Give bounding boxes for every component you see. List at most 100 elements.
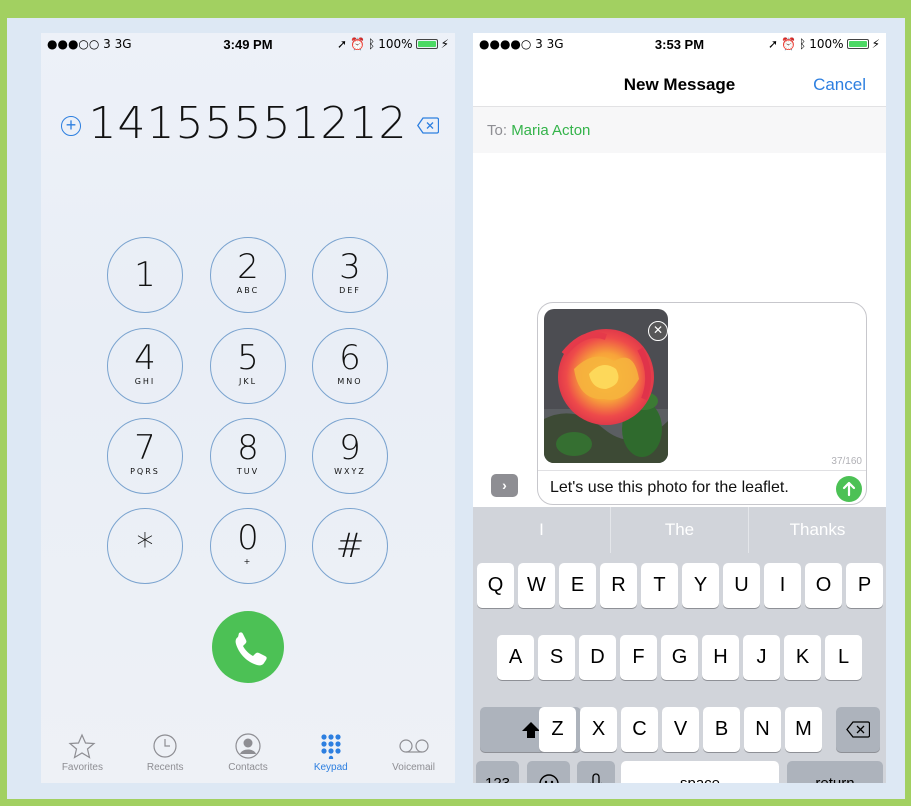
key-f[interactable]: F (620, 635, 657, 680)
tab-label: Recents (146, 762, 184, 773)
send-button[interactable] (836, 476, 862, 502)
tab-label: Voicemail (392, 762, 435, 773)
numbers-key[interactable]: 123 (476, 761, 519, 783)
space-key[interactable]: space (621, 761, 779, 783)
message-text-input[interactable]: Let's use this photo for the leaflet. (550, 479, 789, 497)
key-t[interactable]: T (641, 563, 678, 608)
key-i[interactable]: I (764, 563, 801, 608)
key-j[interactable]: J (743, 635, 780, 680)
key-b[interactable]: B (703, 707, 740, 752)
star-icon (68, 733, 96, 759)
charging-icon: ⚡ (871, 37, 880, 51)
remove-photo-button[interactable]: ✕ (648, 321, 668, 341)
keypad-key-7[interactable]: 7 PQRS (107, 418, 183, 494)
status-right: ➚ ⏰ ᛒ 100% ⚡ (337, 37, 449, 51)
backspace-icon[interactable] (417, 117, 439, 134)
key-y[interactable]: Y (682, 563, 719, 608)
key-digit: 6 (339, 338, 361, 378)
battery-percent: 100% (809, 37, 844, 51)
attached-photo: ✕ (544, 309, 668, 463)
key-l[interactable]: L (825, 635, 862, 680)
key-letters: MNO (337, 377, 363, 386)
key-o[interactable]: O (805, 563, 842, 608)
key-letters: + (243, 557, 253, 566)
keypad-key-6[interactable]: 6 MNO (312, 328, 388, 404)
keypad-key-8[interactable]: 8 TUV (210, 418, 286, 494)
key-s[interactable]: S (538, 635, 575, 680)
keypad-key-4[interactable]: 4 GHI (107, 328, 183, 404)
key-m[interactable]: M (785, 707, 822, 752)
key-digit: 8 (237, 428, 259, 468)
battery-percent: 100% (378, 37, 413, 51)
keypad-key-3[interactable]: 3 DEF (312, 237, 388, 313)
tab-keypad[interactable]: Keypad (289, 727, 372, 783)
clock-icon (153, 734, 177, 758)
key-z[interactable]: Z (539, 707, 576, 752)
keypad-key-star[interactable]: * (107, 508, 183, 584)
call-button[interactable] (212, 611, 284, 683)
alarm-icon: ⏰ (781, 37, 797, 51)
status-bar: ●●●○○ 3 3G 3:49 PM ➚ ⏰ ᛒ 100% ⚡ (41, 33, 455, 53)
key-q[interactable]: Q (477, 563, 514, 608)
key-digit: 7 (134, 428, 156, 468)
key-letters: ABC (236, 286, 260, 295)
alarm-icon: ⏰ (350, 37, 366, 51)
tab-contacts[interactable]: Contacts (207, 727, 290, 783)
keypad-key-2[interactable]: 2 ABC (210, 237, 286, 313)
bluetooth-icon: ᛒ (799, 37, 807, 51)
keyboard: 123 space return QWERTYUIOP ASDFGHJKL ZXCV… (473, 553, 886, 783)
cancel-button[interactable]: Cancel (813, 75, 866, 95)
keypad-key-9[interactable]: 9 WXYZ (312, 418, 388, 494)
keypad-key-hash[interactable]: # (312, 508, 388, 584)
key-w[interactable]: W (518, 563, 555, 608)
key-letters: GHI (134, 377, 156, 386)
key-digit: 5 (237, 338, 259, 378)
keypad-key-0[interactable]: 0 + (210, 508, 286, 584)
key-digit: # (335, 526, 365, 566)
charging-icon: ⚡ (440, 37, 449, 51)
key-letters: DEF (339, 286, 361, 295)
return-key[interactable]: return (787, 761, 883, 783)
key-k[interactable]: K (784, 635, 821, 680)
key-e[interactable]: E (559, 563, 596, 608)
key-p[interactable]: P (846, 563, 883, 608)
location-icon: ➚ (768, 37, 779, 51)
key-x[interactable]: X (580, 707, 617, 752)
key-v[interactable]: V (662, 707, 699, 752)
keypad-key-5[interactable]: 5 JKL (210, 328, 286, 404)
emoji-icon (538, 774, 559, 783)
tab-voicemail[interactable]: Voicemail (372, 727, 455, 783)
phone-message-screen: ●●●●○ 3 3G 3:53 PM ➚ ⏰ ᛒ 100% ⚡ New Mess… (473, 33, 886, 783)
key-digit: 0 (237, 518, 259, 558)
key-g[interactable]: G (661, 635, 698, 680)
tab-label: Favorites (61, 762, 103, 773)
tab-recents[interactable]: Recents (124, 727, 207, 783)
prediction-2[interactable]: The (611, 507, 749, 553)
key-c[interactable]: C (621, 707, 658, 752)
key-digit: * (136, 526, 154, 566)
delete-key[interactable] (836, 707, 880, 752)
prediction-3[interactable]: Thanks (749, 507, 886, 553)
expand-apps-button[interactable]: › (491, 474, 518, 497)
key-n[interactable]: N (744, 707, 781, 752)
recipient-field[interactable]: To: Maria Acton (473, 106, 886, 153)
message-compose-field[interactable]: ✕ 37/160 Let's use this photo for the le… (537, 302, 867, 505)
tab-favorites[interactable]: Favorites (41, 727, 124, 783)
key-digit: 4 (134, 338, 156, 378)
key-d[interactable]: D (579, 635, 616, 680)
divider (538, 470, 866, 471)
emoji-key[interactable] (527, 761, 570, 783)
key-u[interactable]: U (723, 563, 760, 608)
prediction-1[interactable]: I (473, 507, 611, 553)
key-r[interactable]: R (600, 563, 637, 608)
arrow-up-icon (842, 481, 856, 497)
key-digit: 9 (339, 428, 361, 468)
key-h[interactable]: H (702, 635, 739, 680)
keypad-key-1[interactable]: 1 (107, 237, 183, 313)
dialed-number: 14155551212 (88, 98, 408, 149)
voicemail-icon (398, 739, 429, 753)
status-bar: ●●●●○ 3 3G 3:53 PM ➚ ⏰ ᛒ 100% ⚡ (473, 33, 886, 53)
battery-icon (846, 39, 869, 49)
dictation-key[interactable] (577, 761, 615, 783)
key-a[interactable]: A (497, 635, 534, 680)
